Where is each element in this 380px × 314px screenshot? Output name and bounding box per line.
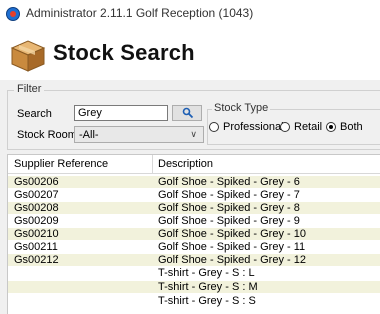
window-title: Administrator 2.11.1 Golf Reception (104… [26,6,254,20]
page-title: Stock Search [53,40,195,65]
chevron-down-icon: ∨ [190,129,197,139]
radio-retail-label: Retail [294,121,323,133]
radio-retail[interactable]: Retail [280,121,322,133]
table-row[interactable]: Gs00208 Golf Shoe - Spiked - Grey - 8 [8,202,380,214]
table-row[interactable]: Gs00209 Golf Shoe - Spiked - Grey - 9 [8,215,380,227]
stock-type-group: Stock Type Professional Retail Both [207,102,380,145]
supplier-reference-cell: Gs00209 [14,215,59,227]
table-row[interactable]: T-shirt - Grey - S : L [8,267,380,279]
supplier-reference-cell: Gs00211 [14,241,58,253]
supplier-reference-cell: Gs00206 [14,176,59,188]
table-row[interactable]: Gs00210 Golf Shoe - Spiked - Grey - 10 [8,228,380,240]
grid-header: Supplier Reference Description [8,155,380,174]
title-bar: Administrator 2.11.1 Golf Reception (104… [0,0,380,28]
table-row[interactable]: Gs00212 Golf Shoe - Spiked - Grey - 12 [8,254,380,266]
page-header: Stock Search [0,28,380,80]
description-cell: Golf Shoe - Spiked - Grey - 8 [158,202,300,214]
stock-room-value: -All- [79,129,99,141]
search-icon [182,107,194,119]
radio-professional[interactable]: Professional [209,121,284,133]
supplier-reference-cell: Gs00207 [14,189,59,201]
description-cell: T-shirt - Grey - S : S [158,295,256,307]
filter-group: Filter Search Grey Stock Room -All- ∨ St… [7,83,380,150]
table-row[interactable]: Gs00206 Golf Shoe - Spiked - Grey - 6 [8,176,380,188]
stock-type-legend: Stock Type [212,102,271,114]
table-row[interactable]: T-shirt - Grey - S : M [8,281,380,293]
radio-both-label: Both [340,121,363,133]
results-grid[interactable]: Supplier Reference Description Gs00206 G… [7,154,380,314]
stock-box-icon [10,40,46,72]
table-row[interactable]: Gs00207 Golf Shoe - Spiked - Grey - 7 [8,189,380,201]
column-header-supplier-reference[interactable]: Supplier Reference [14,158,108,170]
description-cell: Golf Shoe - Spiked - Grey - 7 [158,189,300,201]
description-cell: T-shirt - Grey - S : L [158,267,255,279]
search-label: Search [17,108,52,120]
column-divider[interactable] [152,155,153,173]
search-button[interactable] [172,105,202,121]
radio-both-circle [326,122,336,132]
app-logo-icon [6,7,20,21]
column-header-description[interactable]: Description [158,158,213,170]
supplier-reference-cell: Gs00212 [14,254,59,266]
filter-legend: Filter [14,83,45,95]
stock-room-label: Stock Room [17,129,77,141]
supplier-reference-cell: Gs00210 [14,228,59,240]
search-input[interactable]: Grey [74,105,168,121]
radio-professional-label: Professional [223,121,284,133]
radio-retail-circle [280,122,290,132]
description-cell: T-shirt - Grey - S : M [158,281,258,293]
radio-both[interactable]: Both [326,121,363,133]
description-cell: Golf Shoe - Spiked - Grey - 6 [158,176,300,188]
description-cell: Golf Shoe - Spiked - Grey - 10 [158,228,306,240]
description-cell: Golf Shoe - Spiked - Grey - 12 [158,254,306,266]
supplier-reference-cell: Gs00208 [14,202,59,214]
description-cell: Golf Shoe - Spiked - Grey - 11 [158,241,306,253]
table-row[interactable]: T-shirt - Grey - S : S [8,295,380,307]
stock-room-select[interactable]: -All- ∨ [74,126,204,143]
table-row[interactable]: Gs00211 Golf Shoe - Spiked - Grey - 11 [8,241,380,253]
description-cell: Golf Shoe - Spiked - Grey - 9 [158,215,300,227]
radio-professional-circle [209,122,219,132]
